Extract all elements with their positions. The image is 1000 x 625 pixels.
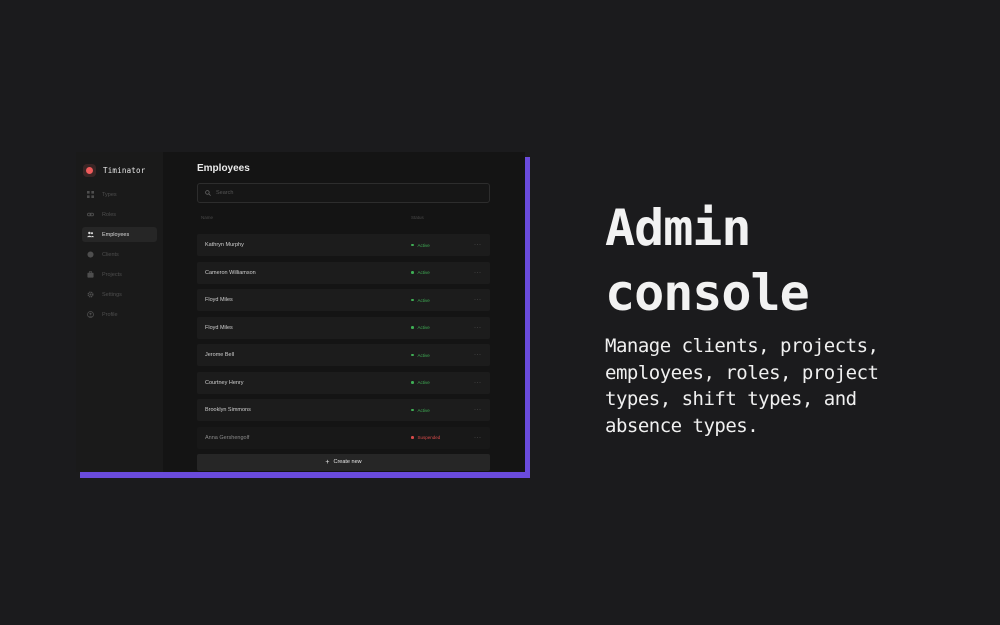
main-panel: Employees Name Status Kathryn Murphy Act… [163,152,525,472]
brand-name: Timinator [103,165,146,175]
more-options-icon[interactable]: ··· [474,297,482,303]
status-label: Suspended [417,435,441,440]
status-dot-icon [411,381,414,384]
employee-name: Anna Gershengolf [205,434,250,441]
status-badge: Suspended [411,435,474,440]
table-row[interactable]: Brooklyn Simmons Active ··· [197,399,490,421]
status-label: Active [417,297,430,303]
more-options-icon[interactable]: ··· [474,270,482,276]
status-badge: Active [411,408,474,413]
sidebar-item-clients[interactable]: Clients [82,247,157,262]
column-header-status: Status [411,214,424,220]
grid-icon [87,191,94,198]
promo-headline: Admin console [605,199,810,322]
more-options-icon[interactable]: ··· [474,380,482,386]
page-title: Employees [197,163,250,174]
status-dot-icon [411,408,414,412]
status-label: Active [417,407,430,413]
status-dot-icon [411,353,414,357]
promo-stage: Timinator Types Roles Employees Clients … [0,0,1000,625]
sidebar-item-profile[interactable]: Profile [82,307,157,322]
promo-description: Manage clients, projects, employees, rol… [605,335,879,437]
status-label: Active [417,380,430,385]
globe-icon [87,251,94,258]
status-label: Active [417,325,430,330]
app-window: Timinator Types Roles Employees Clients … [76,152,525,472]
sidebar-item-label: Types [102,191,117,198]
status-dot-icon [411,298,414,302]
status-label: Active [417,352,430,358]
status-badge: Active [411,380,474,385]
user-circle-icon [87,311,94,318]
status-label: Active [417,242,430,248]
sidebar-item-label: Roles [102,211,117,218]
more-options-icon[interactable]: ··· [474,352,482,358]
search-input[interactable] [216,190,456,196]
sidebar-item-label: Projects [102,271,122,278]
employee-name: Floyd Miles [205,324,233,331]
search-box[interactable] [197,183,490,203]
status-badge: Active [411,325,474,330]
employee-list: Kathryn Murphy Active ··· Cameron Willia… [197,234,490,449]
column-header-name: Name [201,214,214,220]
table-row[interactable]: Kathryn Murphy Active ··· [197,234,490,256]
status-badge: Active [411,270,474,275]
gear-icon [87,291,94,298]
employee-name: Cameron Williamson [205,269,256,276]
table-header: Name Status [197,212,490,222]
more-options-icon[interactable]: ··· [474,407,482,413]
sidebar-item-label: Clients [102,251,119,258]
status-badge: Active [411,353,474,358]
sidebar-item-roles[interactable]: Roles [82,207,157,222]
table-row[interactable]: Floyd Miles Active ··· [197,289,490,311]
create-new-label: Create new [333,459,362,465]
sidebar-item-label: Employees [102,231,130,238]
employee-name: Kathryn Murphy [205,242,244,248]
status-badge: Active [411,243,474,248]
more-options-icon[interactable]: ··· [474,435,482,441]
plus-icon: + [325,458,330,466]
status-dot-icon [411,243,414,247]
more-options-icon[interactable]: ··· [474,242,482,248]
status-dot-icon [411,326,414,329]
sidebar-item-settings[interactable]: Settings [82,287,157,302]
sidebar-item-types[interactable]: Types [82,187,157,202]
link-icon [87,211,94,218]
employee-name: Brooklyn Simmons [205,407,251,413]
users-icon [87,231,94,238]
status-dot-icon [411,436,414,439]
table-row[interactable]: Anna Gershengolf Suspended ··· [197,426,490,449]
status-dot-icon [411,271,414,274]
table-row[interactable]: Floyd Miles Active ··· [197,316,490,339]
brand[interactable]: Timinator [82,160,157,180]
sidebar-item-employees[interactable]: Employees [82,227,157,242]
employee-name: Floyd Miles [205,297,233,303]
table-row[interactable]: Courtney Henry Active ··· [197,371,490,394]
create-new-button[interactable]: + Create new [197,453,490,471]
briefcase-icon [87,271,94,278]
employee-name: Jerome Bell [205,352,235,358]
table-row[interactable]: Jerome Bell Active ··· [197,344,490,366]
employee-name: Courtney Henry [205,379,244,386]
status-badge: Active [411,298,474,303]
search-icon [205,190,211,196]
brand-logo-icon [83,163,96,177]
sidebar-item-projects[interactable]: Projects [82,267,157,282]
sidebar: Timinator Types Roles Employees Clients … [76,152,163,472]
sidebar-item-label: Profile [102,311,118,318]
more-options-icon[interactable]: ··· [474,325,482,331]
table-row[interactable]: Cameron Williamson Active ··· [197,261,490,284]
status-label: Active [417,270,430,275]
sidebar-item-label: Settings [102,291,122,298]
